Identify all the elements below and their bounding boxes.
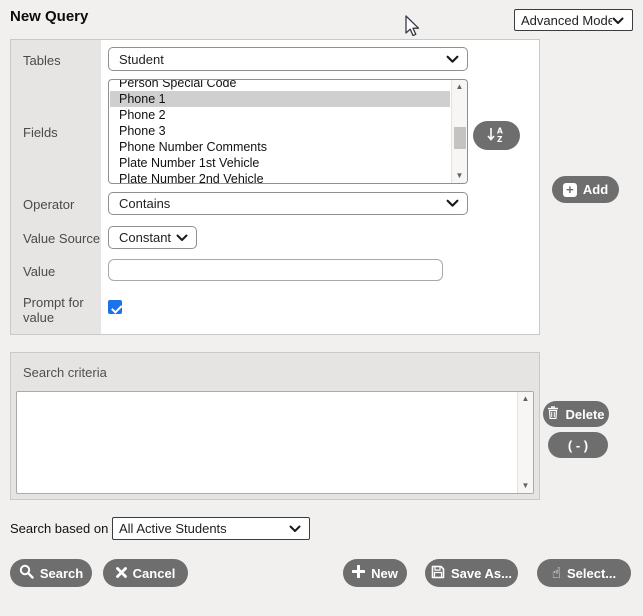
operator-select[interactable]: Contains <box>108 192 468 215</box>
scroll-up-icon[interactable]: ▲ <box>518 392 533 406</box>
form-label-column <box>11 40 101 334</box>
fields-option[interactable]: Plate Number 2nd Vehicle <box>110 171 450 183</box>
fields-option[interactable]: Phone Number Comments <box>110 139 450 155</box>
fields-option[interactable]: Phone 1 <box>110 91 450 107</box>
exclude-criteria-button[interactable]: ( - ) <box>548 432 608 458</box>
cancel-button[interactable]: Cancel <box>103 559 188 587</box>
fields-options: Person Special CodePhone 1Phone 2Phone 3… <box>110 80 450 183</box>
new-query-button[interactable]: New <box>343 559 407 587</box>
tables-select-value: Student <box>109 52 164 67</box>
search-icon <box>19 564 34 582</box>
scrollbar-thumb[interactable] <box>454 127 466 149</box>
add-criteria-button[interactable]: + Add <box>552 176 619 203</box>
new-query-page: { "window": { "title": "New Query" }, "h… <box>0 0 643 616</box>
pointing-hand-icon: ☝ <box>552 566 561 581</box>
prompt-for-value-checkbox[interactable] <box>108 300 122 314</box>
search-button-label: Search <box>40 566 83 581</box>
value-input[interactable] <box>108 259 443 281</box>
cancel-button-label: Cancel <box>133 566 176 581</box>
close-icon <box>116 566 127 581</box>
value-label: Value <box>23 264 55 279</box>
fields-option[interactable]: Phone 3 <box>110 123 450 139</box>
value-source-select[interactable]: Constant <box>108 226 197 249</box>
search-criteria-content <box>21 395 513 490</box>
advanced-mode-select[interactable]: Advanced Mode <box>514 9 633 31</box>
scroll-up-icon[interactable]: ▲ <box>452 80 467 94</box>
fields-scrollbar[interactable]: ▲ ▼ <box>451 80 467 183</box>
value-source-select-value: Constant <box>109 230 171 245</box>
save-as-button[interactable]: Save As... <box>425 559 518 587</box>
chevron-down-icon <box>289 521 301 536</box>
tables-label: Tables <box>23 53 61 68</box>
save-icon <box>431 565 445 582</box>
search-criteria-panel: Search criteria ▲ ▼ <box>10 352 540 500</box>
chevron-down-icon <box>446 52 459 67</box>
fields-option[interactable]: Plate Number 1st Vehicle <box>110 155 450 171</box>
page-title: New Query <box>10 8 88 25</box>
sort-az-icon: A Z <box>486 126 508 146</box>
operator-select-value: Contains <box>109 196 170 211</box>
search-based-on-value: All Active Students <box>113 521 227 536</box>
chevron-down-icon <box>176 230 188 245</box>
new-button-label: New <box>371 566 398 581</box>
minus-button-label: ( - ) <box>568 438 588 453</box>
search-based-on-select[interactable]: All Active Students <box>112 517 310 540</box>
save-as-button-label: Save As... <box>451 566 512 581</box>
fields-option[interactable]: Phone 2 <box>110 107 450 123</box>
plus-icon <box>352 565 365 581</box>
add-button-label: Add <box>583 182 608 197</box>
fields-option[interactable]: Person Special Code <box>110 80 450 91</box>
search-criteria-header: Search criteria <box>23 365 107 380</box>
value-source-label: Value Source <box>23 231 100 246</box>
fields-listbox[interactable]: Person Special CodePhone 1Phone 2Phone 3… <box>108 79 468 184</box>
chevron-down-icon <box>612 13 624 28</box>
fields-label: Fields <box>23 125 58 140</box>
mouse-cursor <box>404 15 421 42</box>
delete-criteria-button[interactable]: Delete <box>543 401 609 427</box>
select-button[interactable]: ☝ Select... <box>537 559 631 587</box>
trash-icon <box>547 406 559 422</box>
operator-label: Operator <box>23 197 74 212</box>
search-based-on-label: Search based on <box>10 521 108 536</box>
search-criteria-listbox[interactable]: ▲ ▼ <box>16 391 534 494</box>
search-button[interactable]: Search <box>10 559 92 587</box>
scroll-down-icon[interactable]: ▼ <box>518 479 533 493</box>
select-button-label: Select... <box>567 566 616 581</box>
prompt-for-value-label: Prompt for value <box>23 295 91 325</box>
tables-select[interactable]: Student <box>108 47 468 71</box>
scroll-down-icon[interactable]: ▼ <box>452 169 467 183</box>
fields-options-viewport: Person Special CodePhone 1Phone 2Phone 3… <box>110 80 450 183</box>
criteria-scrollbar[interactable]: ▲ ▼ <box>517 392 533 493</box>
advanced-mode-value: Advanced Mode <box>515 13 612 28</box>
svg-text:Z: Z <box>497 135 503 143</box>
delete-button-label: Delete <box>565 407 604 422</box>
plus-icon: + <box>563 183 577 197</box>
sort-fields-button[interactable]: A Z <box>473 121 520 150</box>
chevron-down-icon <box>446 196 459 211</box>
